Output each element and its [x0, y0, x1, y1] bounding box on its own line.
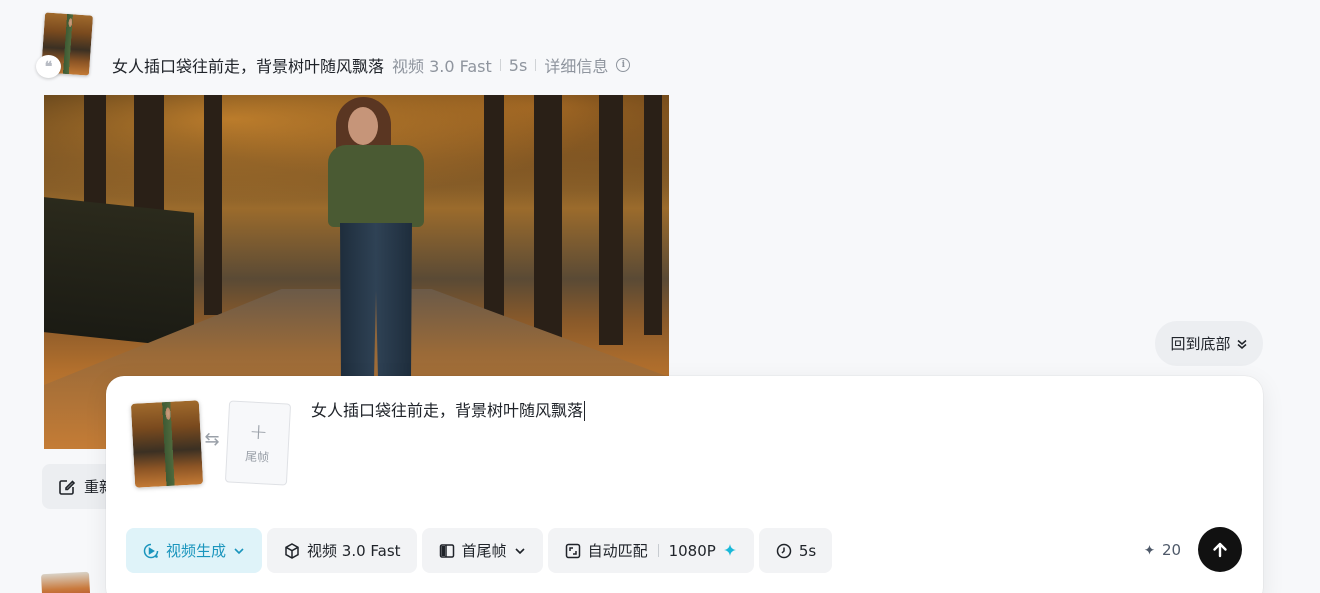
tree-trunk [534, 95, 562, 355]
green-shirt [328, 145, 424, 227]
message-header: 女人插口袋往前走，背景树叶随风飘落 视频 3.0 Fast 5s 详细信息 i [112, 53, 631, 77]
frames-icon [439, 543, 454, 558]
face [348, 107, 378, 145]
model-label: 视频 3.0 Fast [307, 542, 401, 560]
tree-trunk [204, 95, 222, 315]
ratio-label: 自动匹配 [587, 542, 648, 560]
plus-icon: + [248, 419, 269, 445]
divider [657, 544, 659, 557]
text-caret [584, 401, 586, 421]
message-model: 视频 3.0 Fast [392, 57, 492, 76]
tree-trunk [599, 95, 623, 345]
credits-value: 20 [1162, 541, 1182, 559]
prompt-composer: ⇆ + 尾帧 女人插口袋往前走，背景树叶随风飘落 视频生成 视频 3.0 Fas… [106, 376, 1263, 593]
back-to-bottom-button[interactable]: 回到底部 [1155, 321, 1263, 366]
double-chevron-down-icon [1237, 339, 1246, 349]
prompt-input[interactable]: 女人插口袋往前走，背景树叶随风飘落 [311, 396, 1211, 426]
message-prompt: 女人插口袋往前走，背景树叶随风飘落 [112, 57, 385, 76]
frame-mode-selector[interactable]: 首尾帧 [421, 528, 543, 573]
last-frame-label: 尾帧 [244, 448, 270, 465]
quote-icon: ❝ [36, 55, 61, 78]
edit-icon [59, 479, 76, 495]
frame-mode-label: 首尾帧 [461, 542, 507, 560]
chevron-down-icon [514, 547, 525, 554]
divider [499, 59, 501, 71]
resolution-label: 1080P [668, 541, 716, 560]
swap-icon[interactable]: ⇆ [203, 430, 221, 450]
duration-label: 5s [798, 541, 817, 560]
mode-selector[interactable]: 视频生成 [126, 528, 263, 573]
send-button[interactable] [1198, 527, 1242, 572]
model-selector[interactable]: 视频 3.0 Fast [267, 528, 417, 573]
clock-icon [776, 543, 792, 558]
duration-selector[interactable]: 5s [758, 528, 833, 573]
last-frame-upload[interactable]: + 尾帧 [224, 400, 292, 486]
mode-label: 视频生成 [166, 542, 227, 560]
first-frame-thumbnail[interactable] [130, 400, 204, 488]
chevron-down-icon [234, 547, 244, 554]
composer-toolbar: 视频生成 视频 3.0 Fast 首尾帧 自动匹配 1080P 5s [126, 528, 833, 573]
info-icon[interactable]: i [616, 58, 631, 72]
details-link[interactable]: 详细信息 [544, 53, 608, 77]
prompt-input-text: 女人插口袋往前走，背景树叶随风飘落 [311, 401, 584, 420]
cube-icon [285, 542, 299, 559]
divider [535, 59, 537, 71]
next-message-avatar [40, 571, 92, 593]
hedge [44, 197, 194, 348]
tree-trunk [644, 95, 662, 335]
message-duration: 5s [508, 55, 528, 75]
video-generate-icon [143, 543, 159, 558]
sparkle-icon [723, 543, 736, 556]
credits-cost: 20 [1143, 541, 1181, 559]
back-to-bottom-label: 回到底部 [1170, 335, 1231, 353]
ratio-resolution-selector[interactable]: 自动匹配 1080P [547, 528, 754, 573]
aspect-ratio-icon [565, 543, 580, 558]
tree-trunk [484, 95, 504, 325]
sparkle-icon [1144, 544, 1155, 555]
arrow-up-icon [1213, 542, 1227, 557]
